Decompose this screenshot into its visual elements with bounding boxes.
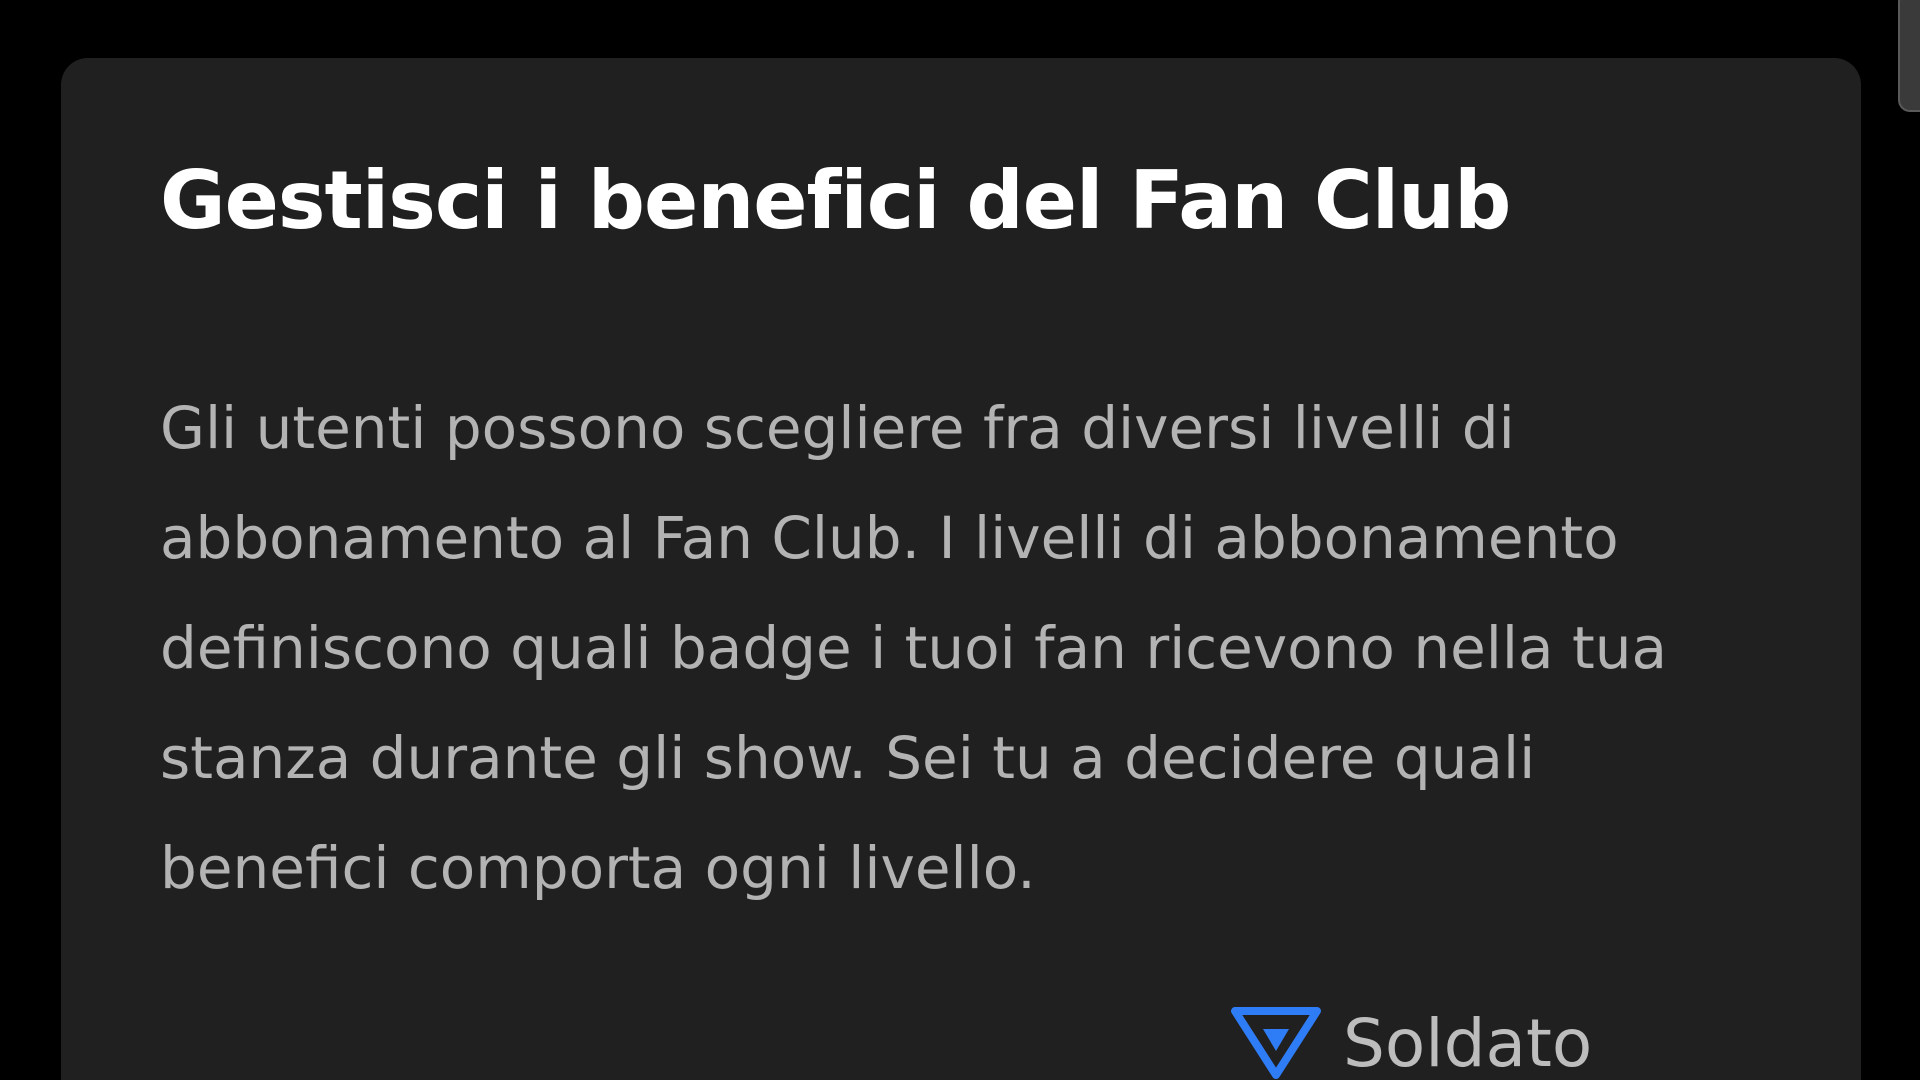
scrollbar-thumb[interactable] (1898, 0, 1920, 112)
tier-label: Soldato (1343, 1004, 1593, 1080)
fan-club-benefits-card: Gestisci i benefici del Fan Club Gli ute… (61, 58, 1861, 1080)
tier-item-soldato[interactable]: Soldato (1231, 998, 1592, 1080)
card-title: Gestisci i benefici del Fan Club (160, 154, 1511, 247)
card-description: Gli utenti possono scegliere fra diversi… (160, 394, 1668, 902)
inverted-triangle-badge-icon (1231, 1007, 1321, 1079)
